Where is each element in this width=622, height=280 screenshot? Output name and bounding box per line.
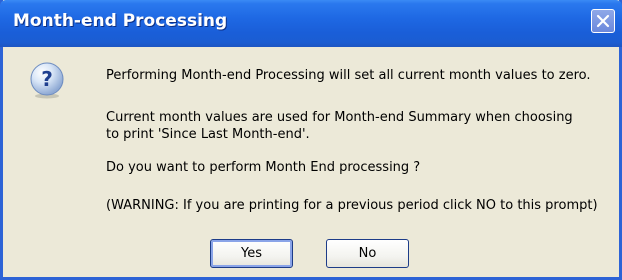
message-question: Do you want to perform Month End process… [106, 160, 421, 175]
message-line-3: to print 'Since Last Month-end'. [106, 127, 310, 142]
question-icon: ? [30, 62, 64, 99]
dialog-window: Month-end Processing ? Performing Month-… [0, 0, 622, 280]
no-button[interactable]: No [326, 239, 409, 268]
message-line-1: Performing Month-end Processing will set… [106, 68, 591, 83]
dialog-title: Month-end Processing [13, 11, 228, 31]
yes-button[interactable]: Yes [210, 239, 293, 268]
message-warning: (WARNING: If you are printing for a prev… [106, 198, 598, 213]
close-icon [596, 14, 610, 28]
message-line-2: Current month values are used for Month-… [106, 110, 573, 125]
svg-text:?: ? [41, 67, 53, 91]
close-button[interactable] [591, 9, 615, 33]
title-bar[interactable]: Month-end Processing [0, 0, 622, 47]
